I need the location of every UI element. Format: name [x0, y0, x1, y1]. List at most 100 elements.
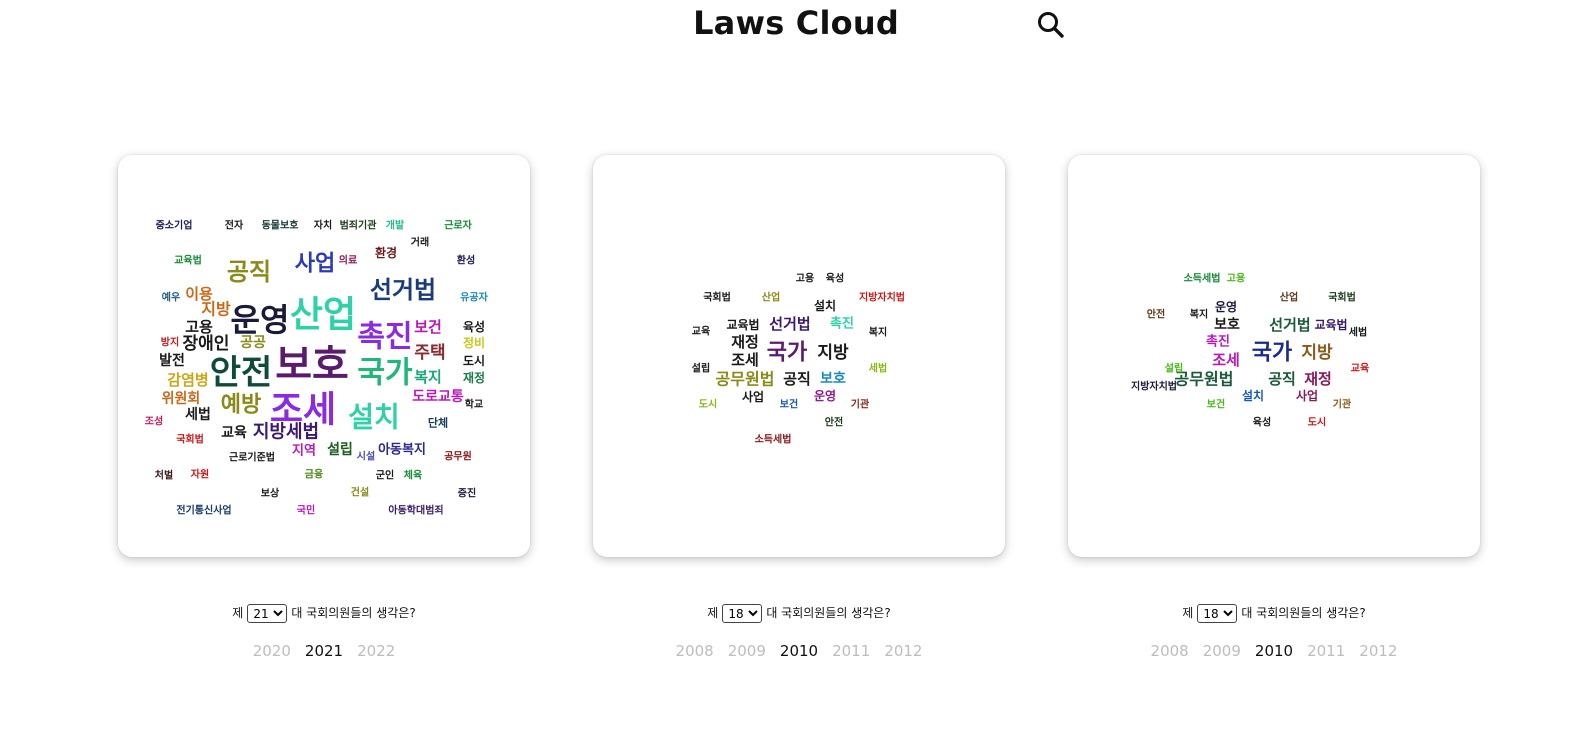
cloud-word: 운영 — [231, 301, 290, 339]
word-cloud-1: 보호조세산업안전운영 촉진국가설치선거법공직 사업예방지방세법장애인 주택보건복지도로… — [145, 219, 489, 517]
cloud-word: 도시 — [699, 399, 717, 411]
cloud-word: 공직 — [783, 370, 811, 388]
cloud-word: 지방 — [1301, 343, 1333, 363]
cloud-word: 처벌 — [155, 469, 173, 482]
year-tab[interactable]: 2012 — [884, 642, 922, 660]
session-select[interactable]: 21 — [247, 604, 288, 623]
cloud-word: 학교 — [465, 398, 483, 411]
cloud-word: 육성 — [826, 272, 844, 285]
cloud-word: 조세 — [731, 351, 759, 369]
cloud-word: 공직 — [1268, 370, 1296, 388]
cloud-word: 산업 — [290, 295, 356, 336]
cloud-word: 재정 — [731, 333, 759, 351]
cloud-word: 의료 — [339, 254, 357, 267]
cloud-word: 동물보호 — [262, 219, 299, 232]
cloud-word: 국회법 — [1328, 291, 1356, 304]
year-tab[interactable]: 2010 — [1255, 642, 1293, 660]
year-tab[interactable]: 2009 — [1203, 642, 1241, 660]
cloud-word: 중소기업 — [156, 219, 193, 232]
cloud-word: 거래 — [411, 236, 429, 249]
word-cloud-2: 국가 지방공무원법 공직 선거법재정조세보호 교육법 촉진 설치운영 사업 세법 복지 교육설립도시… — [692, 272, 905, 446]
cloud-word: 복지 — [869, 326, 887, 339]
cloud-word: 국가 — [767, 341, 807, 366]
cloud-word: 보호 — [820, 371, 846, 387]
cloud-word: 고용 — [1227, 273, 1245, 285]
word-cloud-card-3: 국가 지방 공무원법 공직 선거법 재정 조세 보호 교육법 촉진 설치 운영 사업 세법 교육 설립 복지 안전… — [1068, 155, 1480, 557]
cloud-word: 공무원법 — [1175, 370, 1234, 389]
cloud-word: 선거법 — [1269, 316, 1310, 334]
search-icon[interactable] — [1036, 10, 1066, 40]
cloud-word: 지방자치법 — [1131, 380, 1177, 393]
cloud-word: 공직 — [227, 258, 271, 286]
cloud-word: 금융 — [305, 469, 323, 481]
word-cloud-card-2: 국가 지방 공무원법 공직 선거법 재정 조세 보호 교육법 촉진 설치 운영 사업 세법 복지 교육 설립 도시… — [593, 155, 1005, 557]
year-tab[interactable]: 2011 — [832, 642, 870, 660]
session-selector-3: 제 18 대 국회의원들의 생각은? — [1068, 604, 1480, 623]
word-cloud-3: 국가 지방공무원법 공직 선거법재정 조세 보호 교육법촉진설치 운영사업 세법교육 설립 복지 안전… — [1131, 272, 1369, 429]
cloud-word: 기관 — [851, 398, 870, 411]
year-tab[interactable]: 2009 — [728, 642, 766, 660]
cloud-word: 설치 — [1242, 388, 1264, 403]
cloud-word: 환성 — [457, 254, 475, 267]
cloud-word: 전기통신사업 — [176, 504, 231, 517]
cloud-word: 운영 — [1215, 299, 1237, 314]
year-tab[interactable]: 2011 — [1307, 642, 1345, 660]
cloud-word: 정비 — [463, 335, 485, 350]
year-tab[interactable]: 2012 — [1359, 642, 1397, 660]
cloud-word: 촉진 — [830, 316, 854, 332]
session-suffix: 대 국회의원들의 생각은? — [766, 606, 891, 620]
cloud-word: 장애인 — [183, 334, 230, 354]
cloud-word: 보건 — [1207, 398, 1225, 411]
year-tab[interactable]: 2022 — [357, 642, 395, 660]
cloud-word: 아동복지 — [378, 442, 426, 458]
cloud-word: 개발 — [386, 219, 405, 232]
cloud-word: 도시 — [1308, 417, 1326, 429]
cloud-word: 선거법 — [769, 315, 810, 333]
cloud-word: 예우 — [162, 291, 180, 304]
cloud-word: 소득세법 — [755, 433, 792, 446]
cloud-word: 조세 — [1212, 351, 1240, 369]
cloud-word: 시설 — [357, 450, 375, 463]
cloud-word: 사업 — [295, 252, 335, 277]
cloud-word: 근로자 — [444, 219, 472, 232]
cloud-word: 조성 — [145, 415, 163, 428]
cloud-word: 설치 — [814, 298, 836, 313]
cloud-word: 세법 — [1349, 326, 1367, 339]
cloud-word: 이용 — [185, 285, 213, 303]
cloud-word: 지역 — [292, 443, 316, 459]
cloud-word: 선거법 — [370, 276, 436, 304]
cloud-word: 방지 — [161, 336, 179, 349]
cloud-word: 군인 — [376, 469, 394, 482]
cloud-word: 국가 — [1252, 341, 1292, 366]
year-tab[interactable]: 2008 — [1151, 642, 1189, 660]
cloud-word: 자치 — [314, 219, 332, 232]
year-tab[interactable]: 2020 — [253, 642, 291, 660]
cloud-word: 육성 — [1253, 416, 1271, 429]
cloud-word: 주택 — [414, 343, 445, 363]
cloud-word: 공공 — [240, 335, 266, 351]
cloud-word: 단체 — [428, 416, 448, 430]
cloud-word: 운영 — [814, 388, 836, 403]
cloud-word: 교육법 — [174, 254, 202, 267]
year-tab[interactable]: 2021 — [305, 642, 343, 660]
page-title: Laws Cloud — [693, 4, 899, 42]
cloud-word: 도로교통 — [412, 389, 464, 405]
cloud-word: 국회법 — [703, 291, 731, 304]
cloud-word: 재정 — [1304, 370, 1332, 388]
cloud-word: 체육 — [404, 469, 422, 482]
cloud-word: 공무원법 — [716, 370, 775, 389]
cloud-word: 보호 — [1214, 317, 1240, 333]
cloud-word: 근로기준법 — [229, 451, 275, 464]
session-select[interactable]: 18 — [722, 604, 763, 623]
cloud-word: 안전 — [1147, 308, 1165, 321]
cloud-word: 교육 — [692, 326, 710, 338]
cloud-word: 설립 — [327, 442, 353, 458]
year-tab[interactable]: 2008 — [676, 642, 714, 660]
cloud-word: 보건 — [780, 398, 798, 411]
year-tab[interactable]: 2010 — [780, 642, 818, 660]
session-selector-1: 제 21 대 국회의원들의 생각은? — [118, 604, 530, 623]
year-tabs-3: 2008 2009 2010 2011 2012 — [1068, 642, 1480, 660]
session-select[interactable]: 18 — [1197, 604, 1238, 623]
cloud-word: 복지 — [1190, 308, 1208, 321]
session-prefix: 제 — [1182, 606, 1194, 620]
